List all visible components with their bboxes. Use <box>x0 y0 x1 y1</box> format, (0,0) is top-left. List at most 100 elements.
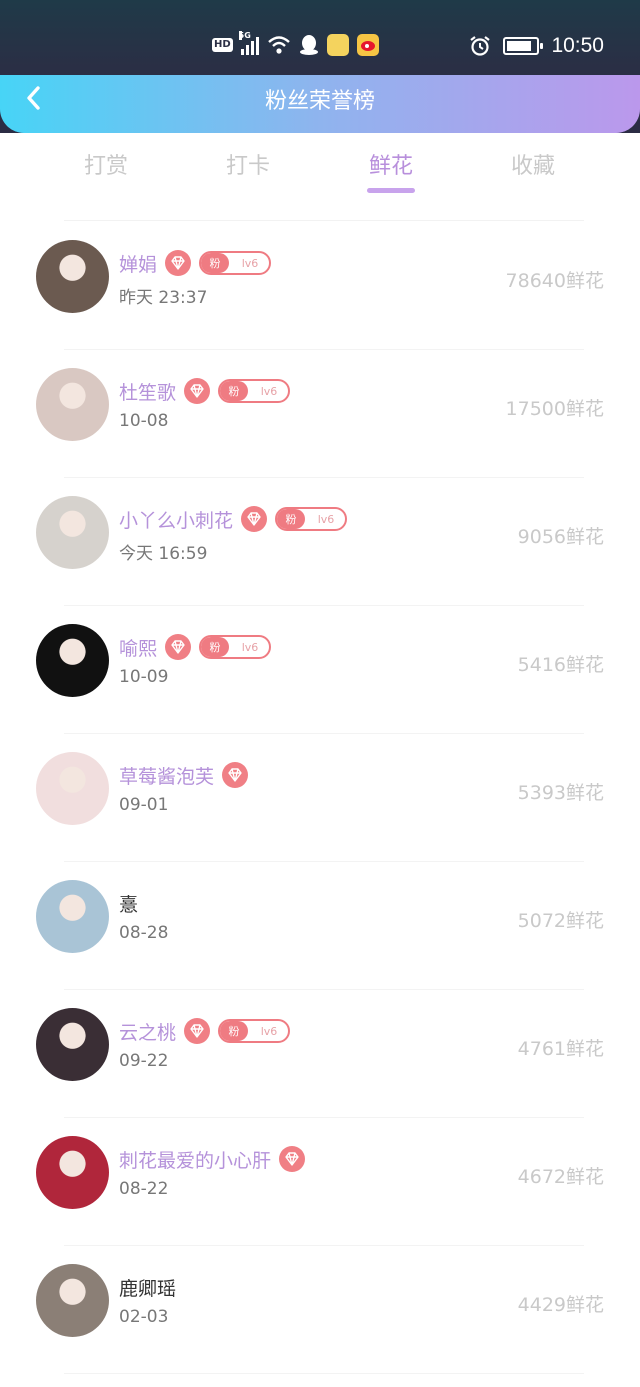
flower-amount: 5416鲜花 <box>517 654 604 676</box>
weibo-icon <box>356 34 379 56</box>
fan-badge-label: 粉 <box>220 1021 249 1041</box>
fan-badge-label: 粉 <box>277 509 306 529</box>
name-line: 憙 <box>119 890 138 916</box>
fan-time: 08-22 <box>119 1179 169 1199</box>
list-item[interactable]: 草莓酱泡芙 09-01 5393鲜花 <box>0 734 640 862</box>
list-item[interactable]: 婵娟 粉 lv6 昨天 23:37 78640鲜花 <box>0 222 640 350</box>
name-line: 鹿卿瑶 <box>119 1274 176 1300</box>
fan-level-badge: 粉 lv6 <box>218 379 291 403</box>
fan-level-label: lv6 <box>260 1024 278 1038</box>
flower-amount: 4429鲜花 <box>517 1294 604 1316</box>
flower-amount: 4672鲜花 <box>517 1166 604 1188</box>
fan-time: 今天 16:59 <box>119 544 208 564</box>
flower-amount: 9056鲜花 <box>517 526 604 548</box>
avatar[interactable] <box>36 368 109 441</box>
tab-favorites[interactable]: 收藏 <box>483 148 583 180</box>
fan-list: 婵娟 粉 lv6 昨天 23:37 78640鲜花 杜笙歌 粉 lv6 10-0… <box>0 222 640 1374</box>
row-divider <box>64 1373 584 1374</box>
avatar[interactable] <box>36 624 109 697</box>
flower-amount: 5393鲜花 <box>517 782 604 804</box>
avatar[interactable] <box>36 880 109 953</box>
fan-time: 09-01 <box>119 795 169 815</box>
tab-checkin[interactable]: 打卡 <box>198 148 298 180</box>
fan-time: 02-03 <box>119 1307 169 1327</box>
fan-name[interactable]: 杜笙歌 <box>119 378 176 405</box>
fan-name[interactable]: 婵娟 <box>119 250 157 277</box>
avatar[interactable] <box>36 240 109 313</box>
name-line: 草莓酱泡芙 <box>119 762 249 789</box>
flower-amount: 17500鲜花 <box>505 398 604 420</box>
tab-bar: 打赏 打卡 鲜花 收藏 <box>0 148 640 204</box>
tab-label: 打卡 <box>225 154 270 179</box>
fan-level-label: lv6 <box>241 640 259 654</box>
fan-name[interactable]: 草莓酱泡芙 <box>119 762 214 789</box>
name-line: 小丫么小刺花 粉 lv6 <box>119 506 348 533</box>
flower-amount: 5072鲜花 <box>517 910 604 932</box>
fan-badge-label: 粉 <box>201 253 230 273</box>
diamond-icon <box>184 1018 211 1044</box>
list-item[interactable]: 鹿卿瑶 02-03 4429鲜花 <box>0 1246 640 1374</box>
name-line: 婵娟 粉 lv6 <box>119 250 272 277</box>
fan-badge-label: 粉 <box>201 637 230 657</box>
list-item[interactable]: 憙 08-28 5072鲜花 <box>0 862 640 990</box>
name-line: 云之桃 粉 lv6 <box>119 1018 291 1045</box>
diamond-icon <box>165 634 192 660</box>
tab-label: 收藏 <box>510 154 555 179</box>
list-item[interactable]: 杜笙歌 粉 lv6 10-08 17500鲜花 <box>0 350 640 478</box>
avatar[interactable] <box>36 1008 109 1081</box>
page-title: 粉丝荣誉榜 <box>264 89 375 114</box>
clock-time: 10:50 <box>551 34 604 57</box>
fan-level-badge: 粉 lv6 <box>199 251 272 275</box>
fan-badge-label: 粉 <box>220 381 249 401</box>
fan-time: 08-28 <box>119 923 169 943</box>
hd-badge: HD <box>212 38 233 52</box>
fan-name[interactable]: 刺花最爱的小心肝 <box>119 1146 271 1173</box>
status-icons-left: HD 5G <box>212 31 379 56</box>
list-item[interactable]: 喻熙 粉 lv6 10-09 5416鲜花 <box>0 606 640 734</box>
status-bar: HD 5G 10:50 <box>0 0 640 75</box>
fan-time: 10-08 <box>119 411 169 431</box>
tab-label: 鲜花 <box>368 154 413 179</box>
diamond-icon <box>165 250 192 276</box>
name-line: 喻熙 粉 lv6 <box>119 634 272 661</box>
fan-level-label: lv6 <box>260 384 278 398</box>
tab-flowers[interactable]: 鲜花 <box>341 148 441 193</box>
diamond-icon <box>279 1146 306 1172</box>
avatar[interactable] <box>36 1264 109 1337</box>
fan-level-badge: 粉 lv6 <box>275 507 348 531</box>
avatar[interactable] <box>36 496 109 569</box>
fan-level-label: lv6 <box>317 512 335 526</box>
name-line: 刺花最爱的小心肝 <box>119 1146 306 1173</box>
cellular-signal-icon: 5G <box>238 31 259 55</box>
flower-amount: 4761鲜花 <box>517 1038 604 1060</box>
fan-name[interactable]: 云之桃 <box>119 1018 176 1045</box>
diamond-icon <box>241 506 268 532</box>
network-type: 5G <box>238 31 251 40</box>
list-item[interactable]: 小丫么小刺花 粉 lv6 今天 16:59 9056鲜花 <box>0 478 640 606</box>
fan-name[interactable]: 憙 <box>119 890 138 917</box>
diamond-icon <box>184 378 211 404</box>
tab-label: 打赏 <box>83 154 128 179</box>
fan-level-label: lv6 <box>241 256 259 270</box>
diamond-icon <box>222 762 249 788</box>
fan-name[interactable]: 鹿卿瑶 <box>119 1274 176 1301</box>
fan-name[interactable]: 小丫么小刺花 <box>119 506 233 533</box>
tab-tips[interactable]: 打赏 <box>56 148 156 180</box>
avatar[interactable] <box>36 752 109 825</box>
fan-level-badge: 粉 lv6 <box>218 1019 291 1043</box>
app-header: 粉丝荣誉榜 <box>0 75 640 133</box>
status-icons-right: 10:50 <box>469 34 604 58</box>
fan-time: 09-22 <box>119 1051 169 1071</box>
alarm-icon <box>470 36 491 56</box>
tabs-divider <box>64 220 584 221</box>
active-tab-indicator <box>367 188 415 193</box>
fan-name[interactable]: 喻熙 <box>119 634 157 661</box>
fan-level-badge: 粉 lv6 <box>199 635 272 659</box>
name-line: 杜笙歌 粉 lv6 <box>119 378 291 405</box>
notification-app-icon <box>326 34 349 56</box>
list-item[interactable]: 云之桃 粉 lv6 09-22 4761鲜花 <box>0 990 640 1118</box>
fan-time: 10-09 <box>119 667 169 687</box>
list-item[interactable]: 刺花最爱的小心肝 08-22 4672鲜花 <box>0 1118 640 1246</box>
qq-icon <box>299 35 318 55</box>
avatar[interactable] <box>36 1136 109 1209</box>
